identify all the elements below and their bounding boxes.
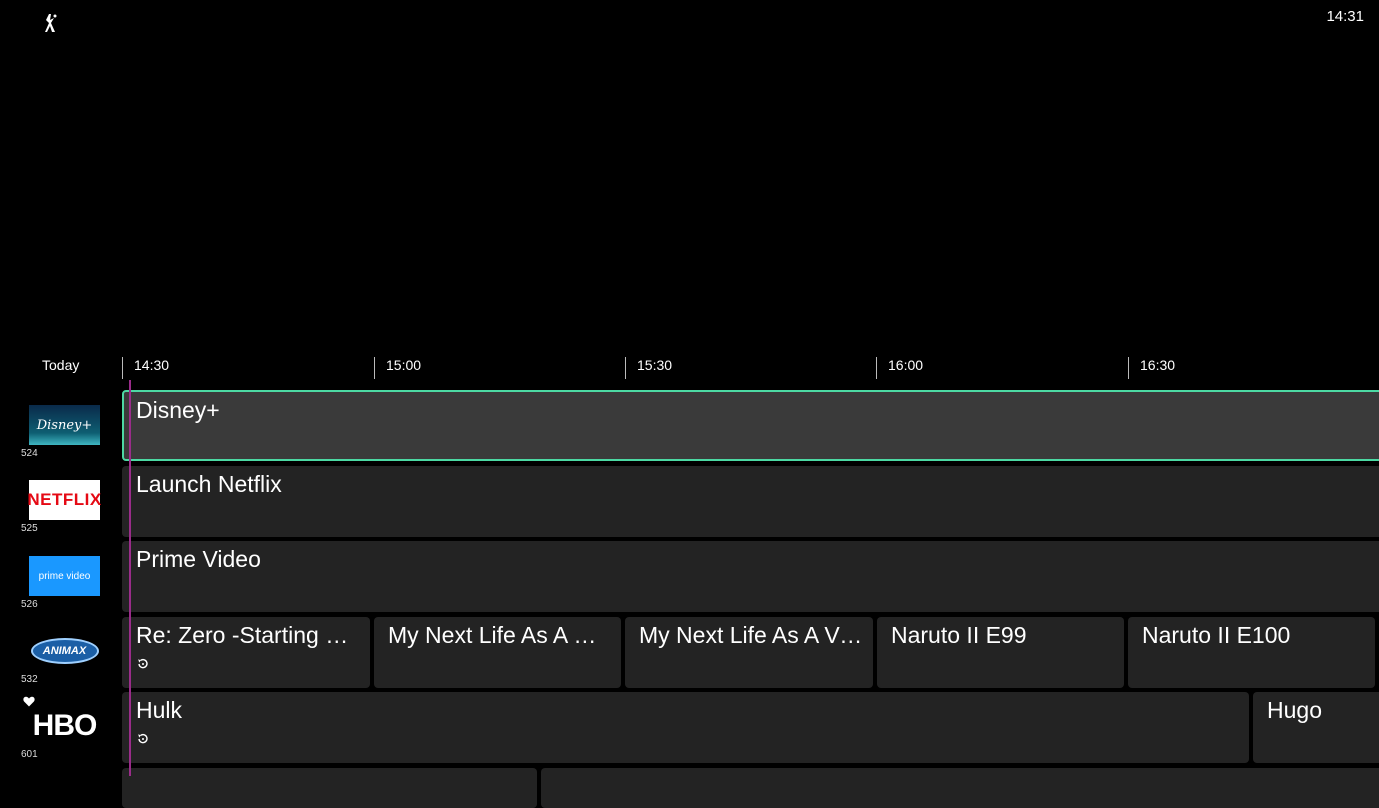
tick-mark <box>1128 357 1129 379</box>
program-cell[interactable]: Prime Video <box>122 541 1379 612</box>
time-label: 15:00 <box>386 357 422 373</box>
program-title: Naruto II E99 <box>891 622 1027 648</box>
replay-icon <box>138 733 148 744</box>
program-title: Prime Video <box>136 546 261 572</box>
channel-number: 524 <box>21 448 38 459</box>
tick-mark <box>122 357 123 379</box>
current-time-line <box>129 380 131 776</box>
program-cell[interactable] <box>122 768 537 808</box>
program-title: Re: Zero -Starting Li… <box>136 622 360 648</box>
program-title: My Next Life As A Vi… <box>639 622 863 648</box>
hbo-logo: HBO <box>32 709 98 742</box>
program-cell[interactable]: Re: Zero -Starting Li… <box>122 617 370 688</box>
program-cell[interactable]: Hugo <box>1253 692 1379 763</box>
program-cell[interactable]: Naruto II E99 <box>877 617 1124 688</box>
prime-video-logo: prime video <box>29 556 100 596</box>
channel-number: 532 <box>21 674 38 685</box>
program-title: Hulk <box>136 697 183 723</box>
channel-animax[interactable]: ANIMAX 532 <box>0 618 120 690</box>
tick-mark <box>625 357 626 379</box>
tick-mark <box>876 357 877 379</box>
time-label: 16:00 <box>888 357 924 373</box>
replay-icon <box>138 658 148 669</box>
channel-prime-video[interactable]: prime video 526 <box>0 543 120 615</box>
channel-hbo[interactable]: HBO 601 <box>0 693 120 765</box>
program-cell[interactable]: Naruto II E100 <box>1128 617 1375 688</box>
disney-plus-logo: Disney+ <box>29 405 100 445</box>
program-title: Disney+ <box>136 397 220 423</box>
program-title: Hugo <box>1267 697 1322 723</box>
channel-disney-plus[interactable]: Disney+ 524 <box>0 392 120 464</box>
time-label: 16:30 <box>1140 357 1176 373</box>
animax-logo: ANIMAX <box>29 631 100 671</box>
timeline-header: Today 14:30 15:00 15:30 16:00 16:30 <box>0 352 1379 380</box>
channel-netflix[interactable]: NETFLIX 525 <box>0 467 120 539</box>
program-cell[interactable] <box>541 768 1379 808</box>
netflix-logo: NETFLIX <box>27 480 101 520</box>
channel-number: 526 <box>21 599 38 610</box>
time-label: 15:30 <box>637 357 673 373</box>
clock: 14:31 <box>1326 8 1364 25</box>
time-label: 14:30 <box>134 357 170 373</box>
channel-number: 601 <box>21 749 38 760</box>
day-label: Today <box>42 357 80 373</box>
program-cell[interactable]: Hulk <box>122 692 1249 763</box>
animax-logo-badge: ANIMAX <box>30 638 99 664</box>
program-cell[interactable]: Launch Netflix <box>122 466 1379 537</box>
channel-number: 525 <box>21 523 38 534</box>
program-title: Launch Netflix <box>136 471 282 497</box>
program-cell[interactable]: My Next Life As A Vi… <box>625 617 873 688</box>
program-cell[interactable]: My Next Life As A Vi… <box>374 617 621 688</box>
tick-mark <box>374 357 375 379</box>
program-cell-focused[interactable]: Disney+ <box>122 390 1379 461</box>
app-logo-icon <box>45 14 57 32</box>
program-title: Naruto II E100 <box>1142 622 1291 648</box>
program-title: My Next Life As A Vi… <box>388 622 611 648</box>
